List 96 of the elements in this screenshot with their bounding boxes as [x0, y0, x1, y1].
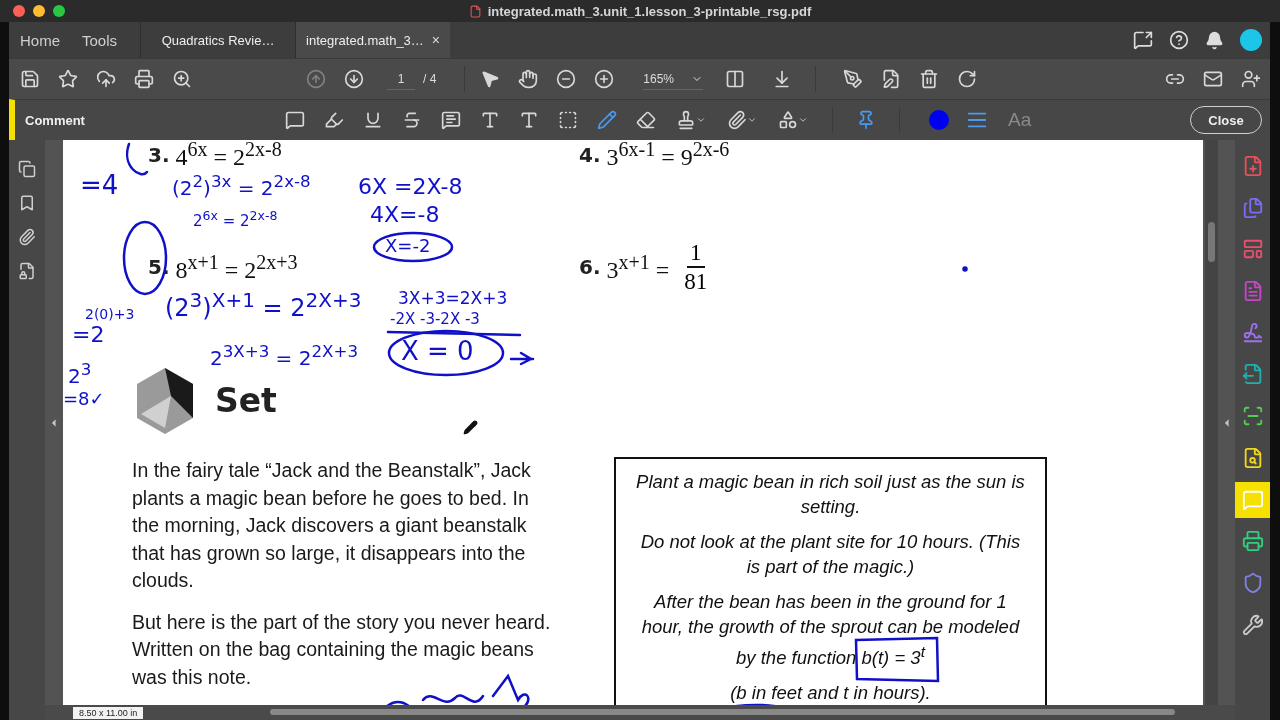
- layout-icon[interactable]: [1241, 238, 1264, 261]
- toolbar-title: Comment: [25, 112, 86, 128]
- file-edit-icon[interactable]: [881, 69, 902, 89]
- text-box-icon[interactable]: [558, 110, 578, 130]
- equation: 3$^{x+1}$ =: [606, 250, 670, 284]
- pencil-icon[interactable]: [597, 110, 617, 130]
- pin-icon[interactable]: [856, 110, 876, 130]
- zoom-in-icon[interactable]: [594, 69, 615, 89]
- bell-icon[interactable]: [1205, 30, 1224, 50]
- mail-icon[interactable]: [1203, 69, 1223, 89]
- equation: 4$^{6x}$ = 2$^{2x-8}$: [175, 140, 282, 171]
- handwritten-note: =4: [79, 172, 119, 198]
- replace-text-icon[interactable]: [441, 110, 461, 130]
- handwritten-note: 2$^{3}$: [67, 362, 92, 386]
- hand-icon[interactable]: [518, 69, 539, 89]
- bookmark-icon[interactable]: [18, 194, 36, 212]
- paperclip-icon[interactable]: [18, 228, 36, 246]
- underline-icon[interactable]: [363, 110, 383, 130]
- zoom-dropdown[interactable]: 165%: [643, 68, 704, 90]
- handwritten-note: 3X+3=2X+3: [397, 290, 508, 307]
- file-export-icon[interactable]: [1241, 363, 1264, 386]
- close-tab-button[interactable]: ×: [431, 32, 441, 48]
- paragraph: But here is the part of the story you never heard. Written on the bag containing the magic beans was this note.: [131, 609, 552, 690]
- strikethrough-icon[interactable]: [402, 110, 422, 130]
- page-count: / 4: [423, 72, 437, 86]
- shapes-icon[interactable]: [778, 110, 798, 130]
- scrollbar-thumb[interactable]: [270, 709, 1175, 715]
- equation: 3$^{6x-1}$ = 9$^{2x-6}$: [606, 140, 730, 171]
- problem-number: 3.: [147, 142, 170, 167]
- note-text: Plant a magic bean in rich soil just as the sun is setting.: [635, 470, 1026, 519]
- close-window-button[interactable]: [13, 5, 25, 17]
- wrench-icon[interactable]: [1241, 613, 1264, 636]
- handwritten-note: 6X =2X-8: [357, 176, 463, 198]
- pointer-icon[interactable]: [480, 69, 501, 89]
- cloud-upload-icon[interactable]: [96, 69, 116, 89]
- handwritten-note: =2: [71, 324, 105, 346]
- caret-icon[interactable]: [798, 115, 808, 125]
- handwritten-note: (2$^{2}$)$^{3x}$ = 2$^{2x-8}$: [171, 174, 311, 198]
- scan-icon[interactable]: [1241, 405, 1264, 428]
- stamp-icon[interactable]: [676, 110, 696, 130]
- printer-icon[interactable]: [134, 69, 154, 89]
- scrollbar-thumb[interactable]: [1208, 222, 1216, 262]
- file-lock-icon[interactable]: [18, 262, 36, 280]
- text-icon[interactable]: [519, 110, 539, 130]
- page-size-label: 8.50 x 11.00 in: [73, 706, 144, 719]
- handwritten-note: 4X=-8: [369, 204, 440, 226]
- problem-number: 4.: [578, 142, 601, 167]
- handwritten-note: (2$^{3}$)$^{X+1}$ = 2$^{2X+3}$: [164, 290, 362, 320]
- handwritten-note: 2$^{6x}$ = 2$^{2x-8}$: [192, 210, 278, 229]
- eraser-icon[interactable]: [636, 110, 656, 130]
- star-icon[interactable]: [58, 69, 78, 89]
- section-title: Set: [214, 381, 277, 420]
- avatar[interactable]: [1240, 29, 1262, 51]
- paragraph: In the fairy tale “Jack and the Beanstalk”, Jack plants a magic bean before he goes to bed. In the morning, Jack discovers a giant beanstalk that has grown so large, it disappears into the clouds.: [131, 458, 532, 593]
- note-text: (b in feet and t in hours).: [729, 681, 932, 705]
- fraction: 1 81: [683, 239, 709, 295]
- nav-link[interactable]: Home: [9, 22, 71, 58]
- share-feedback-icon[interactable]: [1133, 30, 1153, 50]
- caret-icon[interactable]: [747, 115, 757, 125]
- window-title: integrated.math_3.unit_1.lesson_3-printable_rsg.pdf: [487, 3, 812, 19]
- handwritten-note: =8✓: [62, 390, 105, 408]
- save-icon[interactable]: [20, 69, 40, 89]
- rotate-icon[interactable]: [957, 69, 978, 89]
- pencil-cursor-icon: [462, 420, 478, 435]
- section-logo-icon: [134, 367, 195, 434]
- nav-link[interactable]: Tools: [71, 22, 129, 58]
- pen-tool-icon[interactable]: [843, 69, 864, 89]
- pdf-file-icon: [468, 4, 482, 18]
- trash-icon[interactable]: [919, 69, 940, 89]
- signature-icon[interactable]: [1241, 321, 1264, 344]
- help-icon[interactable]: [1169, 30, 1189, 50]
- page-number-field[interactable]: 1: [387, 68, 415, 90]
- color-swatch[interactable]: [929, 110, 949, 130]
- search-icon[interactable]: [172, 69, 192, 89]
- next-page-icon[interactable]: [344, 69, 364, 89]
- pages-icon[interactable]: [18, 160, 36, 178]
- add-user-icon[interactable]: [1241, 69, 1261, 89]
- document-tab[interactable]: integrated.math_3… ×: [295, 22, 451, 58]
- caret-icon[interactable]: [696, 115, 706, 125]
- handwritten-note: 2$^{3X+3}$ = 2$^{2X+3}$: [209, 344, 359, 368]
- note-text: Do not look at the plant site for 10 hours. (This is part of the magic.): [639, 530, 1022, 579]
- paperclip-icon[interactable]: [727, 110, 747, 130]
- page-fit-icon[interactable]: [725, 69, 746, 89]
- handwritten-note: -2X -3-2X -3: [389, 312, 480, 327]
- handwritten-note: X=-2: [384, 237, 431, 255]
- comment-icon[interactable]: [285, 110, 305, 130]
- highlighter-icon[interactable]: [324, 110, 344, 130]
- minimize-window-button[interactable]: [33, 5, 45, 17]
- insert-text-icon[interactable]: [480, 110, 500, 130]
- handwritten-note: 2(0)+3: [84, 307, 135, 321]
- printer-icon[interactable]: [1241, 530, 1264, 553]
- equation: 8$^{x+1}$ = 2$^{2x+3}$: [175, 250, 298, 284]
- zoom-out-icon[interactable]: [556, 69, 577, 89]
- handwritten-note: X = 0: [400, 338, 474, 364]
- problem-number: 6.: [578, 255, 601, 279]
- maximize-window-button[interactable]: [53, 5, 65, 17]
